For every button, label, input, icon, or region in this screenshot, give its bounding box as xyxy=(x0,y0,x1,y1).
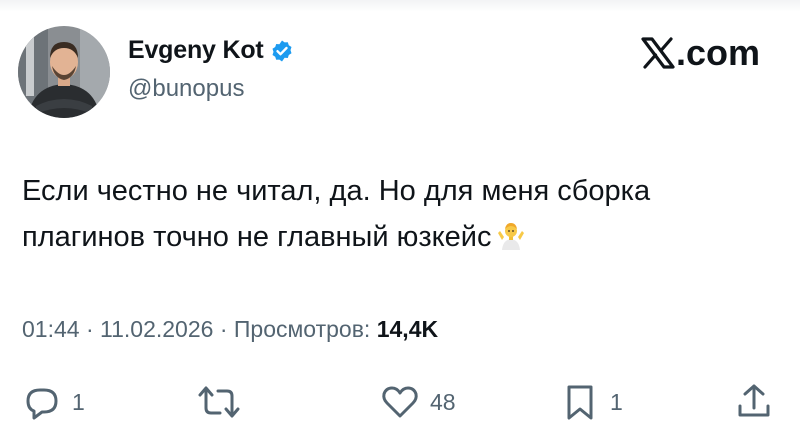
author-name[interactable]: Evgeny Kot xyxy=(128,36,264,65)
tweet-time[interactable]: 01:44 xyxy=(22,316,80,342)
tweet-line-with-emoji: плагинов точно не главный юзкейс xyxy=(22,214,782,260)
bookmark-icon xyxy=(567,385,593,420)
like-count: 48 xyxy=(430,388,456,415)
brand-text: .com xyxy=(675,32,760,73)
avatar[interactable] xyxy=(18,26,110,118)
action-bar: 1 48 1 xyxy=(0,380,800,424)
author-row: Evgeny Kot xyxy=(128,36,294,65)
retweet-icon xyxy=(198,386,240,418)
share-button[interactable] xyxy=(734,380,784,424)
tweet-meta: 01:44 · 11.02.2026 · Просмотров: 14,4K xyxy=(22,316,438,343)
meta-separator: · xyxy=(219,316,228,342)
reply-count: 1 xyxy=(72,388,85,415)
like-button[interactable]: 48 xyxy=(380,380,456,424)
meta-separator: · xyxy=(85,316,94,342)
heart-icon xyxy=(382,386,418,418)
x-logo-icon xyxy=(640,35,676,71)
brand: .com xyxy=(640,32,760,74)
top-edge xyxy=(0,0,800,12)
reply-button[interactable]: 1 xyxy=(22,380,85,424)
reply-icon xyxy=(26,388,58,420)
tweet-line: Если честно не читал, да. Но для меня сб… xyxy=(22,175,651,207)
person-shrugging-emoji xyxy=(496,218,526,250)
tweet-text: Если честно не читал, да. Но для меня сб… xyxy=(22,168,782,260)
verified-badge-icon xyxy=(270,39,294,63)
author-handle[interactable]: @bunopus xyxy=(128,75,244,103)
bookmark-count: 1 xyxy=(610,388,623,415)
views-label: Просмотров: xyxy=(233,316,371,342)
bookmark-button[interactable]: 1 xyxy=(560,380,623,424)
views-count: 14,4K xyxy=(376,316,439,342)
tweet-line: плагинов точно не главный юзкейс xyxy=(22,221,492,253)
retweet-button[interactable] xyxy=(196,380,252,424)
share-icon xyxy=(738,384,770,417)
tweet-date[interactable]: 11.02.2026 xyxy=(100,316,213,342)
avatar-photo xyxy=(18,26,110,118)
